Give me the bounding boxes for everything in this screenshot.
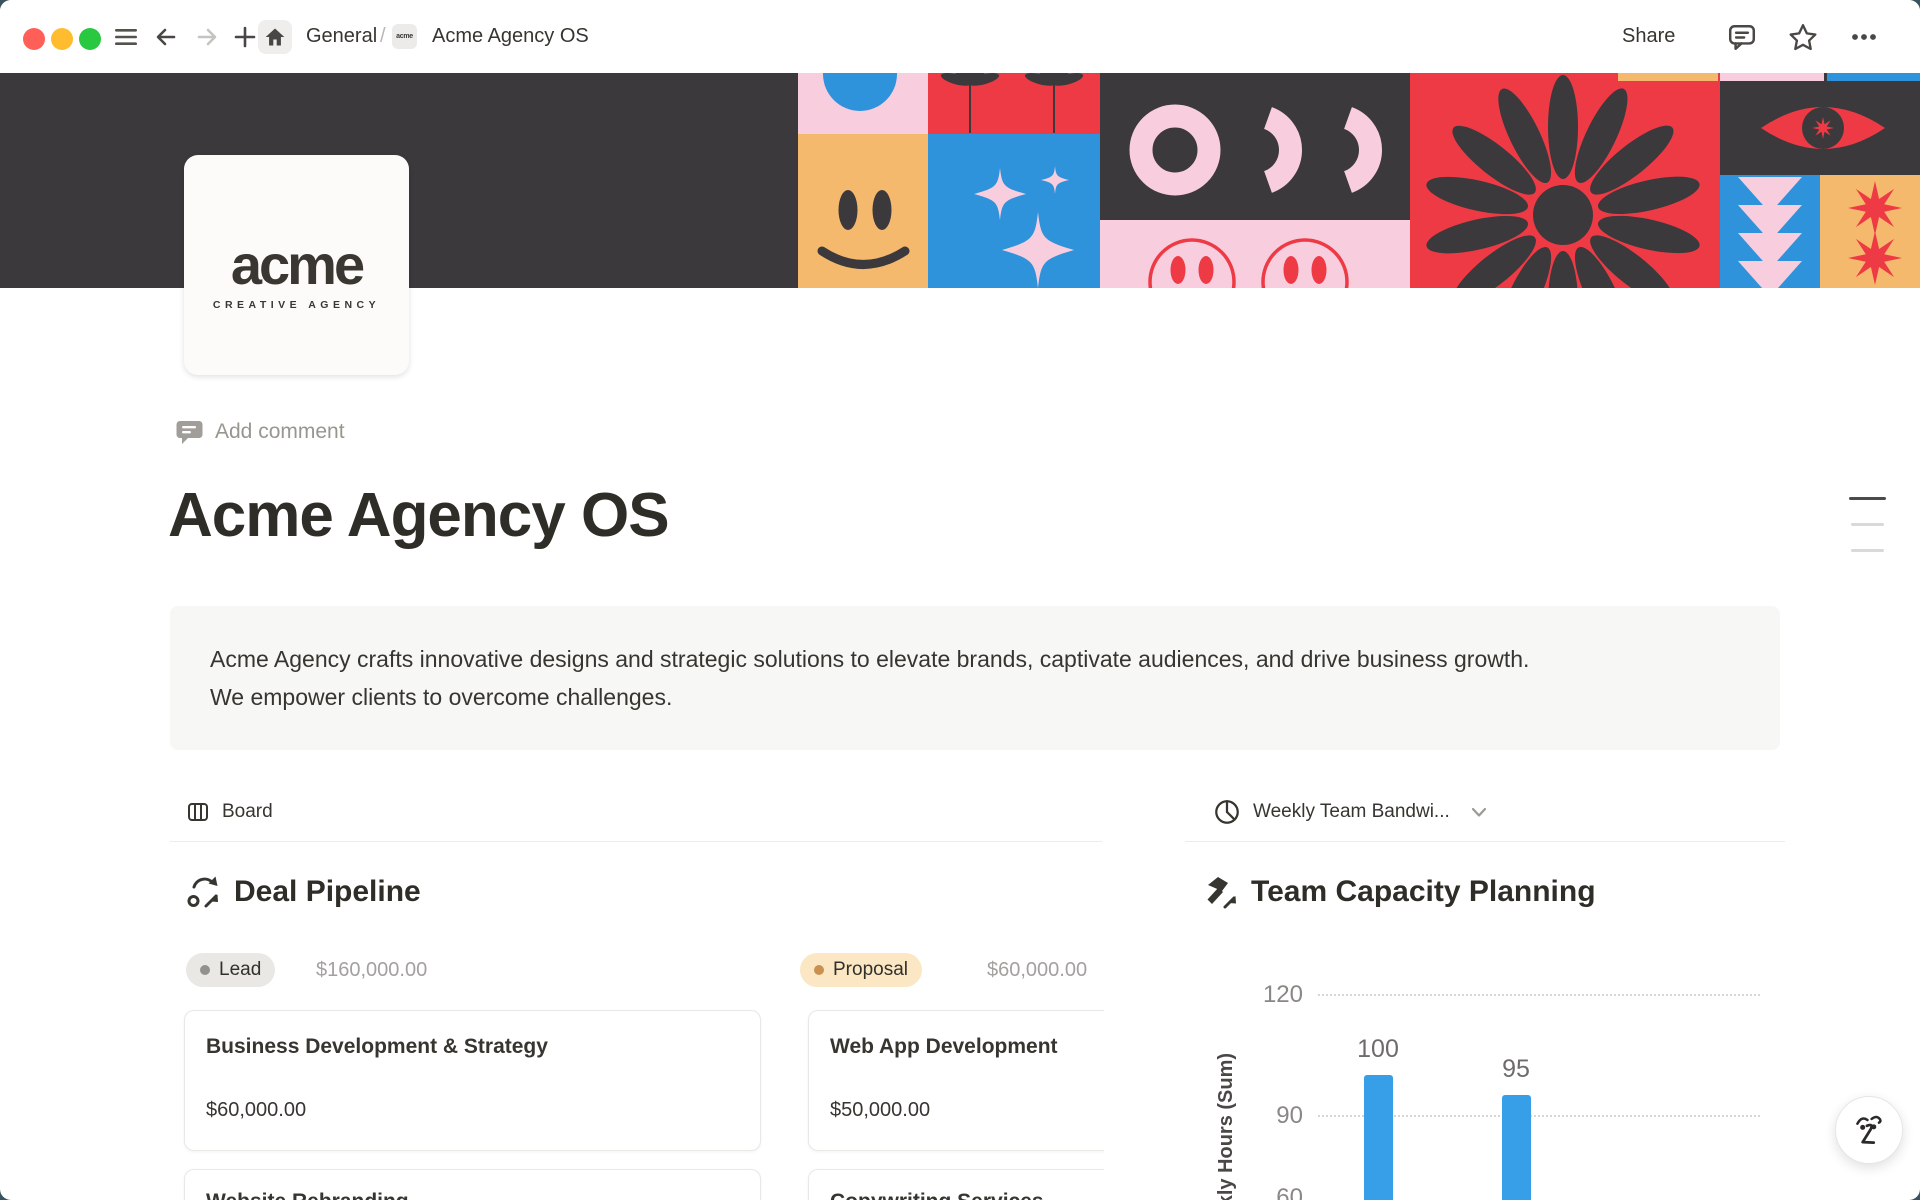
- y-tick-60: 60: [1255, 1184, 1303, 1200]
- more-options-icon[interactable]: [1850, 24, 1878, 50]
- forward-icon[interactable]: [194, 24, 220, 50]
- zoom-window-button[interactable]: [79, 28, 101, 50]
- tab-weekly-team-bandwidth[interactable]: Weekly Team Bandwi...: [1213, 795, 1490, 829]
- board-view-icon: [186, 800, 210, 824]
- cover-tile-sparkles: [928, 134, 1100, 288]
- toc-indicator-line[interactable]: [1851, 523, 1884, 526]
- deal-pipeline-label: Deal Pipeline: [234, 875, 421, 909]
- add-comment-icon: [176, 418, 203, 445]
- add-comment-label: Add comment: [215, 420, 345, 444]
- chevron-down-icon[interactable]: [1468, 801, 1490, 823]
- column-pill-proposal[interactable]: Proposal: [800, 953, 922, 987]
- cover-tile-plants: [928, 73, 1100, 134]
- chart-bar: [1364, 1075, 1393, 1200]
- toc-indicator-line[interactable]: [1851, 549, 1884, 552]
- card-amount: $50,000.00: [830, 1099, 930, 1122]
- tab-board[interactable]: Board: [186, 795, 273, 829]
- cover-sliver-orange: [1618, 73, 1718, 81]
- board-card[interactable]: Copywriting Services: [808, 1169, 1104, 1200]
- logo-tagline: CREATIVE AGENCY: [184, 299, 409, 311]
- ai-face-icon: [1851, 1110, 1887, 1150]
- team-capacity-heading: Team Capacity Planning: [1203, 870, 1596, 914]
- add-comment-button[interactable]: Add comment: [176, 418, 345, 445]
- status-dot: [200, 965, 210, 975]
- page-icon-chip[interactable]: acme: [392, 24, 417, 49]
- sidebar-menu-icon[interactable]: [114, 25, 138, 49]
- team-capacity-label: Team Capacity Planning: [1251, 875, 1596, 909]
- board-card[interactable]: Business Development & Strategy $60,000.…: [184, 1010, 761, 1151]
- y-tick-90: 90: [1255, 1102, 1303, 1130]
- page-logo-card[interactable]: acme CREATIVE AGENCY: [184, 155, 409, 375]
- breadcrumb-separator: /: [380, 0, 386, 73]
- status-dot: [814, 965, 824, 975]
- home-icon: [264, 26, 286, 48]
- cover-tile-smiley-outlines: [1100, 220, 1410, 288]
- gridline-120: [1318, 994, 1760, 996]
- description-callout: Acme Agency crafts innovative designs an…: [170, 606, 1780, 750]
- tab-board-label: Board: [222, 801, 273, 823]
- board-card[interactable]: Web App Development $50,000.00: [808, 1010, 1104, 1151]
- linked-database-icon: [186, 874, 222, 910]
- card-title: Web App Development: [830, 1035, 1058, 1059]
- comments-icon[interactable]: [1727, 22, 1757, 52]
- cover-tile-eye: [1720, 81, 1920, 175]
- cover-tile-starbursts: [1820, 175, 1920, 288]
- toc-indicator-line[interactable]: [1849, 497, 1886, 500]
- column-sum: $160,000.00: [316, 953, 427, 987]
- tab-weekly-label: Weekly Team Bandwi...: [1253, 801, 1450, 823]
- card-title: Business Development & Strategy: [206, 1035, 548, 1059]
- app-window: General / acme Acme Agency OS Share: [0, 0, 1920, 1200]
- minimize-window-button[interactable]: [51, 28, 73, 50]
- close-window-button[interactable]: [23, 28, 45, 50]
- breadcrumb-page[interactable]: Acme Agency OS: [432, 0, 589, 73]
- chart-y-axis-label: Weekly Hours (Sum): [1215, 1030, 1241, 1200]
- column-sum: $60,000.00: [987, 953, 1087, 987]
- card-title: Copywriting Services: [830, 1190, 1044, 1200]
- chart-section-divider: [1185, 841, 1785, 842]
- page-title[interactable]: Acme Agency OS: [168, 480, 669, 551]
- bar-value-label: 100: [1348, 1035, 1408, 1064]
- breadcrumb-root[interactable]: General: [306, 0, 377, 73]
- bar-value-label: 95: [1486, 1055, 1546, 1084]
- home-button[interactable]: [258, 20, 292, 54]
- cover-sliver-blue: [1827, 73, 1920, 81]
- chart-bar: [1502, 1095, 1531, 1200]
- deal-pipeline-heading: Deal Pipeline: [186, 870, 421, 914]
- board-card[interactable]: Website Rebranding: [184, 1169, 761, 1200]
- description-text[interactable]: Acme Agency crafts innovative designs an…: [210, 640, 1530, 716]
- share-button[interactable]: Share: [1622, 0, 1675, 73]
- card-title: Website Rebranding: [206, 1190, 409, 1200]
- cover-tile-circle: [798, 73, 928, 134]
- new-tab-icon[interactable]: [232, 24, 258, 50]
- cover-tile-smiley: [798, 134, 928, 288]
- y-tick-120: 120: [1255, 981, 1303, 1009]
- board-section-divider: [170, 841, 1102, 842]
- cover-tile-flower: [1410, 73, 1720, 288]
- column-status-label: Lead: [219, 959, 261, 981]
- logo-wordmark: acme: [184, 237, 409, 293]
- cover-tile-triangles: [1720, 175, 1820, 288]
- card-amount: $60,000.00: [206, 1099, 306, 1122]
- back-icon[interactable]: [153, 24, 179, 50]
- hammer-linked-icon: [1203, 874, 1239, 910]
- cover-sliver-pink: [1720, 73, 1824, 81]
- column-status-label: Proposal: [833, 959, 908, 981]
- cover-tile-rings: [1100, 73, 1410, 220]
- pie-chart-icon: [1213, 798, 1241, 826]
- favorite-star-icon[interactable]: [1788, 22, 1818, 52]
- page-icon-text: acme: [396, 33, 413, 40]
- toolbar: General / acme Acme Agency OS Share: [0, 0, 1920, 73]
- deal-pipeline-board: Lead $160,000.00 Business Development & …: [170, 940, 1104, 1200]
- column-pill-lead[interactable]: Lead: [186, 953, 275, 987]
- notion-ai-button[interactable]: [1835, 1096, 1903, 1164]
